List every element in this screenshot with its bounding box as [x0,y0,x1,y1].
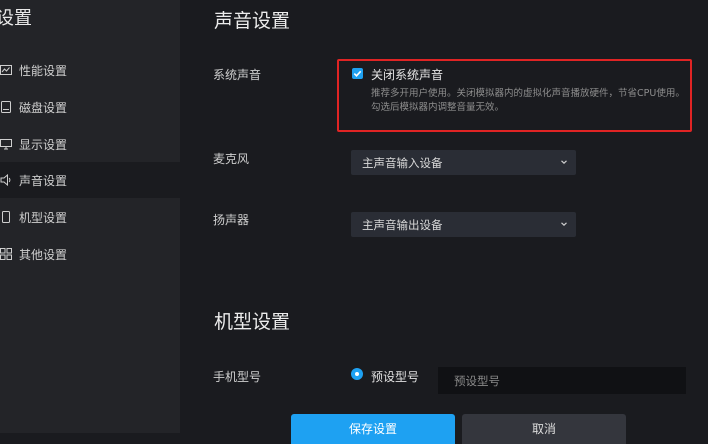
speaker-select[interactable]: 主声音输出设备 [351,212,576,237]
chevron-down-icon [560,158,568,166]
disk-icon [0,101,12,113]
phone-model-label: 手机型号 [213,370,262,384]
sound-section-title: 声音设置 [214,10,291,32]
preset-model-radio-label[interactable]: 预设型号 [371,368,419,385]
speaker-icon [0,174,12,186]
preset-model-radio[interactable] [351,368,363,380]
mute-system-sound-checkbox[interactable] [352,68,363,79]
microphone-label: 麦克风 [213,152,250,166]
sidebar-item-label: 性能设置 [19,63,68,78]
sidebar-item-disk[interactable]: 磁盘设置 [0,89,180,125]
cancel-button[interactable]: 取消 [462,414,626,444]
sidebar-item-label: 磁盘设置 [19,100,68,115]
sidebar-item-display[interactable]: 显示设置 [0,126,180,162]
sidebar-item-label: 显示设置 [19,137,68,152]
phone-icon [0,211,12,223]
mute-system-sound-label[interactable]: 关闭系统声音 [371,66,443,83]
speaker-label: 扬声器 [213,213,250,227]
grid-icon [0,248,12,260]
model-section-title: 机型设置 [214,311,291,333]
sidebar-item-sound[interactable]: 声音设置 [0,162,180,198]
check-icon [353,70,362,77]
microphone-select-value: 主声音输入设备 [362,155,443,170]
sidebar-item-other[interactable]: 其他设置 [0,236,180,272]
save-settings-button[interactable]: 保存设置 [291,414,455,444]
chart-icon [0,64,12,76]
sidebar-item-model[interactable]: 机型设置 [0,199,180,235]
sidebar-item-label: 其他设置 [19,247,68,262]
chevron-down-icon [560,220,568,228]
mute-system-sound-description: 推荐多开用户使用。关闭模拟器内的虚拟化声音播放硬件，节省CPU使用。勾选后模拟器… [371,88,685,113]
microphone-select[interactable]: 主声音输入设备 [351,150,576,175]
preset-model-input[interactable] [438,367,686,394]
sidebar: 设置 性能设置 磁盘设置 显示设置 声音设置 机型设置 其他设置 [0,0,180,433]
system-sound-label: 系统声音 [213,68,262,82]
speaker-select-value: 主声音输出设备 [362,217,443,232]
sidebar-title: 设置 [0,8,32,29]
sidebar-item-label: 机型设置 [19,210,68,225]
monitor-icon [0,138,12,150]
sidebar-item-label: 声音设置 [19,173,68,188]
sidebar-item-performance[interactable]: 性能设置 [0,52,180,88]
